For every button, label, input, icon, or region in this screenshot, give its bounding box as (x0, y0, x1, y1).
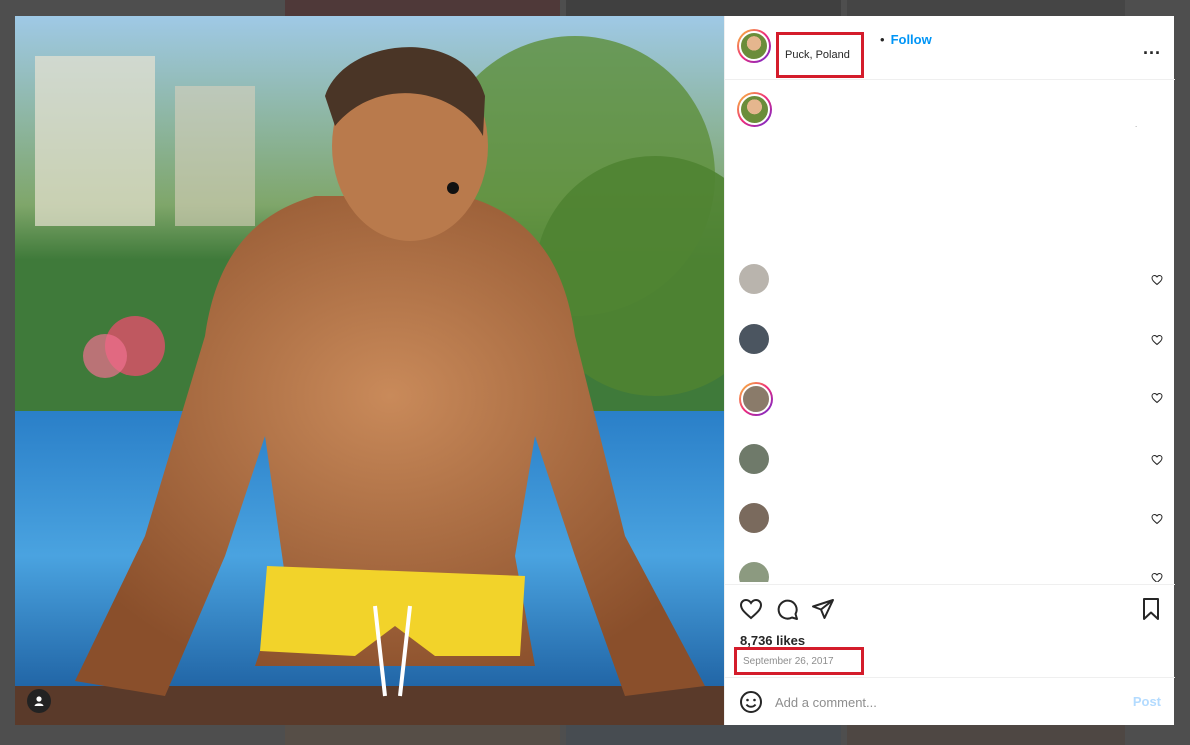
post-header: Puck, Poland • Follow ... (725, 16, 1175, 80)
follow-button[interactable]: • Follow (880, 32, 932, 47)
heart-icon[interactable] (1151, 572, 1163, 582)
comment-row (739, 264, 1163, 296)
likes-count[interactable]: 8,736 likes (740, 633, 805, 648)
post-sidebar: Puck, Poland • Follow ... . 8,736 likes … (724, 16, 1175, 725)
comment-avatar[interactable] (739, 444, 769, 474)
user-tag-icon[interactable] (27, 689, 51, 713)
post-date-label: September 26, 2017 (743, 655, 834, 667)
comment-avatar[interactable] (739, 382, 773, 416)
location-link[interactable]: Puck, Poland (776, 32, 864, 78)
separator-dot: • (880, 32, 885, 47)
comment-row (739, 382, 1163, 416)
smiley-icon[interactable] (739, 690, 763, 714)
heart-icon[interactable] (1151, 454, 1163, 466)
heart-icon[interactable] (1151, 392, 1163, 404)
post-image[interactable] (15, 16, 724, 725)
heart-icon[interactable] (1151, 513, 1163, 525)
more-icon[interactable]: ... (1143, 38, 1161, 59)
heart-icon[interactable] (1151, 334, 1163, 346)
heart-icon[interactable] (739, 597, 763, 621)
post-modal: Puck, Poland • Follow ... . 8,736 likes … (15, 16, 1175, 725)
comment-avatar[interactable] (739, 562, 769, 582)
post-button[interactable]: Post (1133, 694, 1161, 709)
post-date[interactable]: September 26, 2017 (734, 647, 864, 675)
comment-row (739, 562, 1163, 582)
comment-avatar[interactable] (739, 324, 769, 354)
paper-plane-icon[interactable] (811, 597, 835, 621)
comment-row (739, 503, 1163, 535)
comment-bar: Post (725, 677, 1175, 725)
bookmark-icon[interactable] (1139, 597, 1163, 621)
post-photo (15, 16, 724, 725)
comment-icon[interactable] (775, 597, 799, 621)
comment-row (739, 324, 1163, 356)
comment-input[interactable] (775, 692, 1115, 712)
heart-icon[interactable] (1151, 274, 1163, 286)
comment-avatar[interactable] (739, 503, 769, 533)
follow-label: Follow (890, 32, 932, 47)
action-bar: 8,736 likes September 26, 2017 (725, 584, 1175, 684)
comment-avatar[interactable] (739, 264, 769, 294)
caption-avatar[interactable] (737, 92, 772, 127)
author-avatar[interactable] (737, 29, 771, 63)
location-label: Puck, Poland (785, 49, 850, 61)
comment-row (739, 444, 1163, 476)
caption-text: . (1135, 120, 1138, 129)
